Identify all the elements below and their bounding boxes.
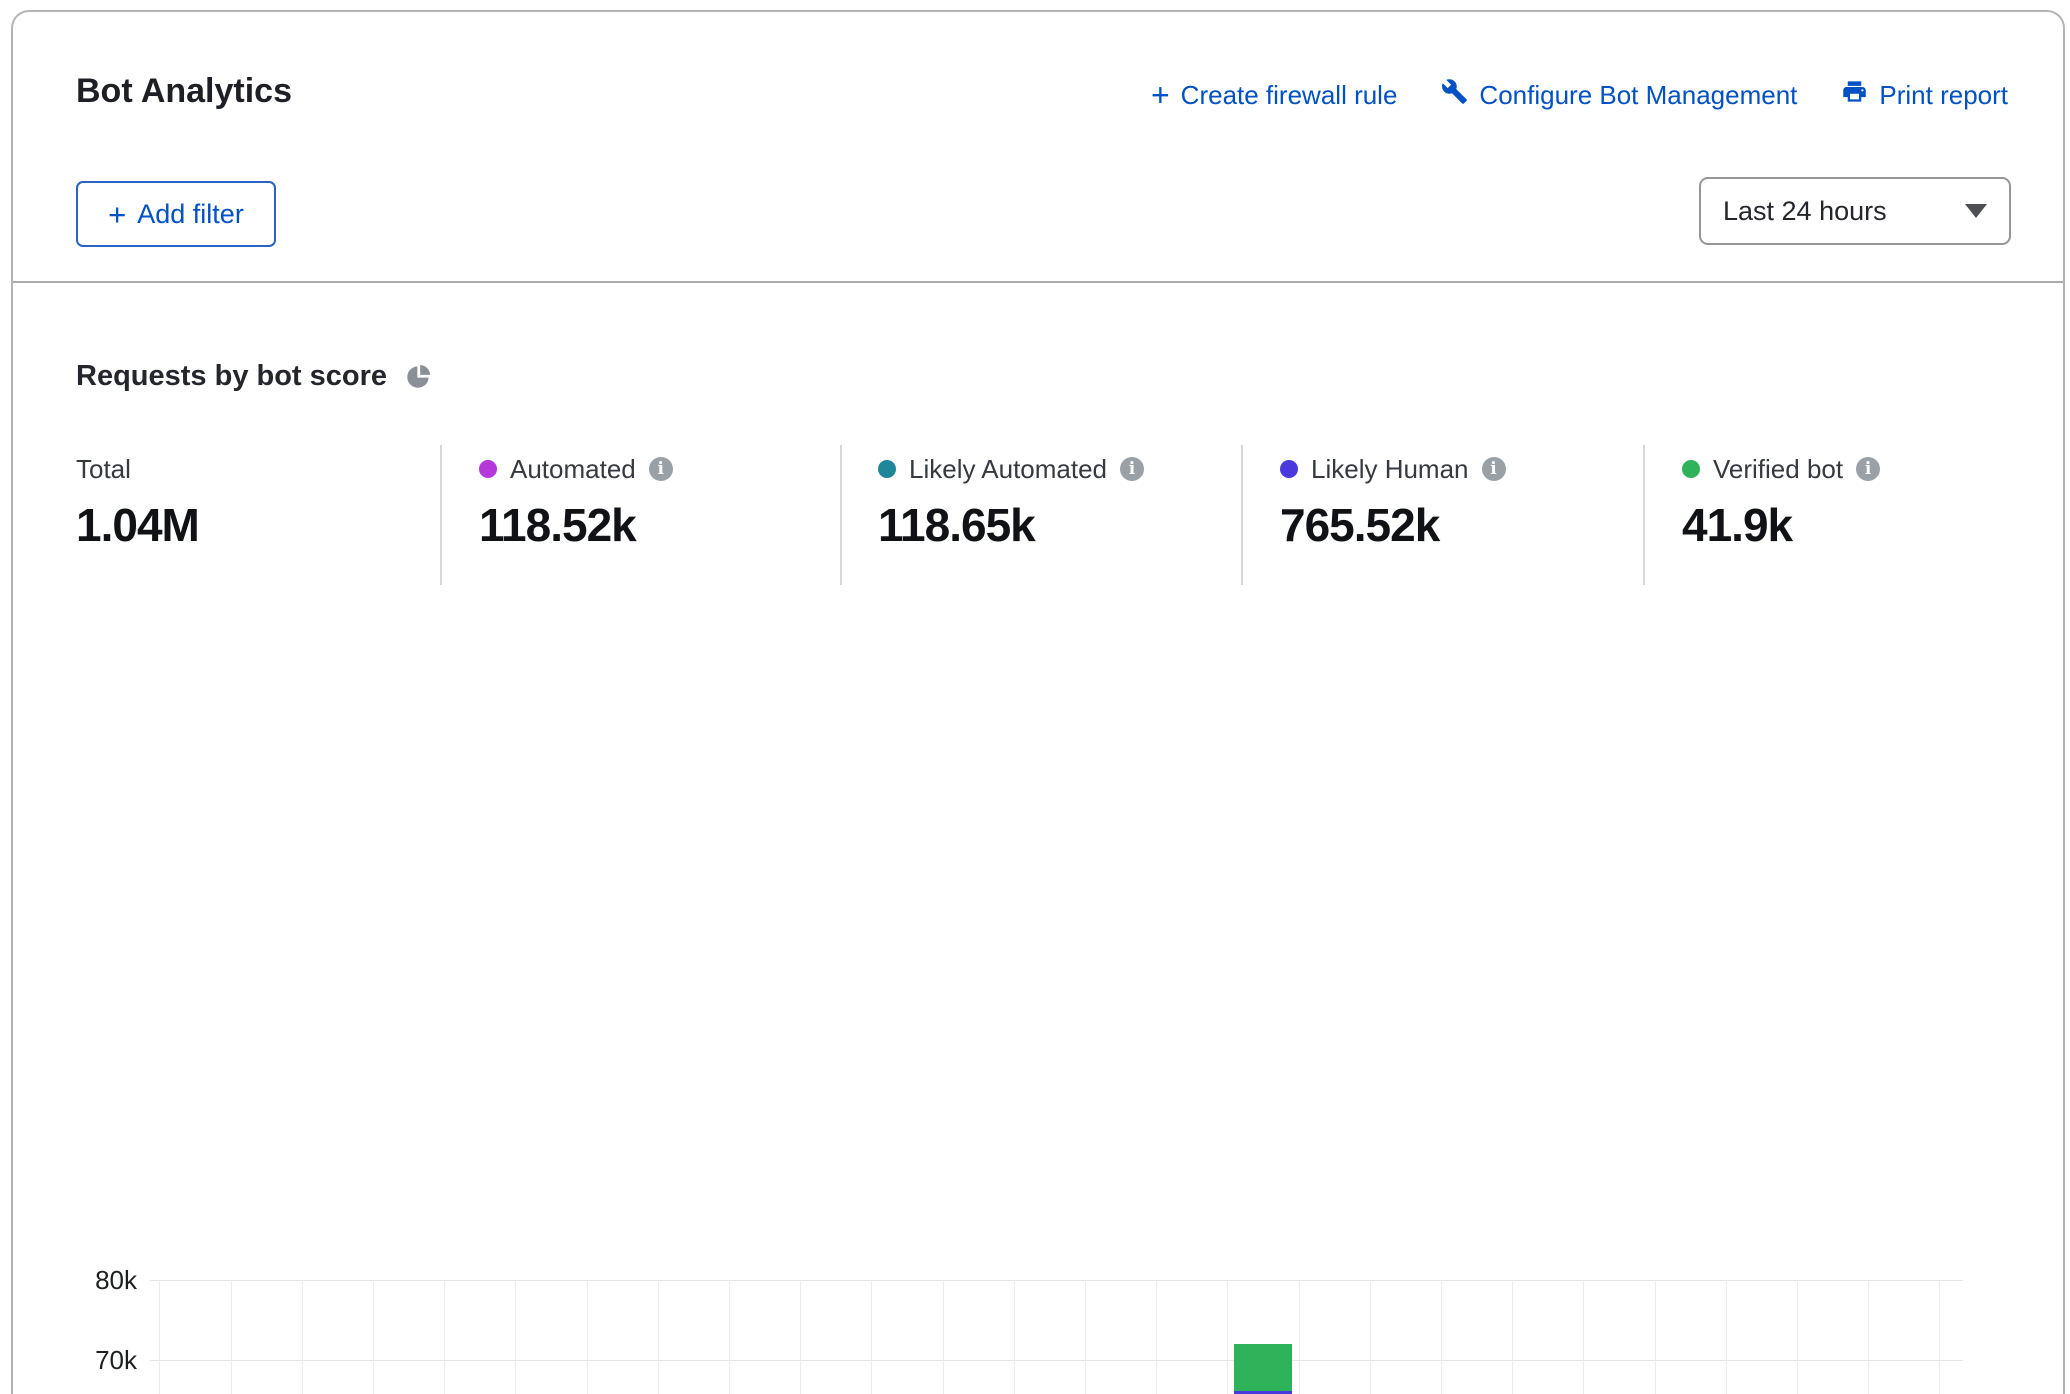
plus-icon: + [108, 201, 126, 228]
requests-bar-chart: Requests Time (local) 010k20k30k40k50k60… [0, 620, 2070, 1394]
stat-label: Likely Human [1311, 454, 1469, 485]
plus-icon: + [1151, 82, 1170, 108]
configure-bot-management-link[interactable]: Configure Bot Management [1441, 78, 1797, 112]
header-separator [13, 281, 2063, 283]
add-filter-button[interactable]: + Add filter [76, 181, 276, 247]
gridline-vertical [871, 1280, 872, 1394]
gridline-vertical [1583, 1280, 1584, 1394]
legend-dot-automated [479, 460, 497, 478]
chevron-down-icon [1965, 204, 1987, 218]
pie-chart-icon [405, 363, 432, 390]
bar-15[interactable] [1234, 1344, 1292, 1394]
wrench-icon [1441, 78, 1468, 112]
gridline-vertical [1227, 1280, 1228, 1394]
stat-value: 118.65k [878, 498, 1144, 552]
gridline-vertical [800, 1280, 801, 1394]
gridline-vertical [1797, 1280, 1798, 1394]
gridline-vertical [373, 1280, 374, 1394]
y-tick-label: 80k [0, 1265, 137, 1296]
legend-dot-likely-automated [878, 460, 896, 478]
gridline-vertical [1085, 1280, 1086, 1394]
gridline-horizontal [150, 1360, 1963, 1361]
stat-value: 1.04M [76, 498, 199, 552]
printer-icon [1841, 78, 1868, 112]
header-actions: + Create firewall rule Configure Bot Man… [1151, 78, 2008, 112]
bot-analytics-page: Bot Analytics + Create firewall rule Con… [0, 0, 2070, 1394]
stat-divider [840, 445, 842, 585]
stat-likely-human: Likely Human i 765.52k [1280, 454, 1506, 552]
stat-automated: Automated i 118.52k [479, 454, 673, 552]
gridline-vertical [1939, 1280, 1940, 1394]
gridline-vertical [1512, 1280, 1513, 1394]
gridline-vertical [302, 1280, 303, 1394]
print-report-label: Print report [1879, 80, 2008, 111]
stat-likely-automated: Likely Automated i 118.65k [878, 454, 1144, 552]
stat-label: Verified bot [1713, 454, 1843, 485]
stat-label: Total [76, 454, 131, 485]
gridline-vertical [1441, 1280, 1442, 1394]
time-range-select[interactable]: Last 24 hours [1699, 177, 2011, 245]
gridline-vertical [658, 1280, 659, 1394]
legend-dot-likely-human [1280, 460, 1298, 478]
gridline-vertical [159, 1280, 160, 1394]
configure-bot-management-label: Configure Bot Management [1479, 80, 1797, 111]
stat-value: 118.52k [479, 498, 673, 552]
stat-label: Likely Automated [909, 454, 1107, 485]
gridline-vertical [1726, 1280, 1727, 1394]
gridline-vertical [1014, 1280, 1015, 1394]
section-header: Requests by bot score [76, 360, 432, 393]
gridline-vertical [1299, 1280, 1300, 1394]
stat-value: 765.52k [1280, 498, 1506, 552]
info-icon[interactable]: i [1856, 457, 1880, 481]
gridline-vertical [1156, 1280, 1157, 1394]
gridline-vertical [231, 1280, 232, 1394]
info-icon[interactable]: i [649, 457, 673, 481]
time-range-value: Last 24 hours [1723, 196, 1887, 227]
stat-value: 41.9k [1682, 498, 1880, 552]
stat-divider [1643, 445, 1645, 585]
stat-label: Automated [510, 454, 636, 485]
gridline-vertical [729, 1280, 730, 1394]
gridline-vertical [1655, 1280, 1656, 1394]
stats-row: Total 1.04M Automated i 118.52k Likely A… [0, 440, 2070, 590]
print-report-link[interactable]: Print report [1841, 78, 2008, 112]
section-title: Requests by bot score [76, 360, 387, 393]
bar-segment-verified-bot[interactable] [1234, 1344, 1292, 1391]
gridline-horizontal [150, 1280, 1963, 1281]
gridline-vertical [1370, 1280, 1371, 1394]
info-icon[interactable]: i [1482, 457, 1506, 481]
stat-total: Total 1.04M [76, 454, 199, 552]
stat-divider [1241, 445, 1243, 585]
gridline-vertical [587, 1280, 588, 1394]
stat-verified-bot: Verified bot i 41.9k [1682, 454, 1880, 552]
y-tick-label: 70k [0, 1345, 137, 1376]
gridline-vertical [1868, 1280, 1869, 1394]
add-filter-label: Add filter [137, 199, 244, 230]
page-title: Bot Analytics [76, 72, 292, 111]
legend-dot-verified-bot [1682, 460, 1700, 478]
gridline-vertical [515, 1280, 516, 1394]
gridline-vertical [943, 1280, 944, 1394]
create-firewall-rule-label: Create firewall rule [1181, 80, 1398, 111]
info-icon[interactable]: i [1120, 457, 1144, 481]
create-firewall-rule-link[interactable]: + Create firewall rule [1151, 80, 1397, 111]
stat-divider [440, 445, 442, 585]
gridline-vertical [444, 1280, 445, 1394]
